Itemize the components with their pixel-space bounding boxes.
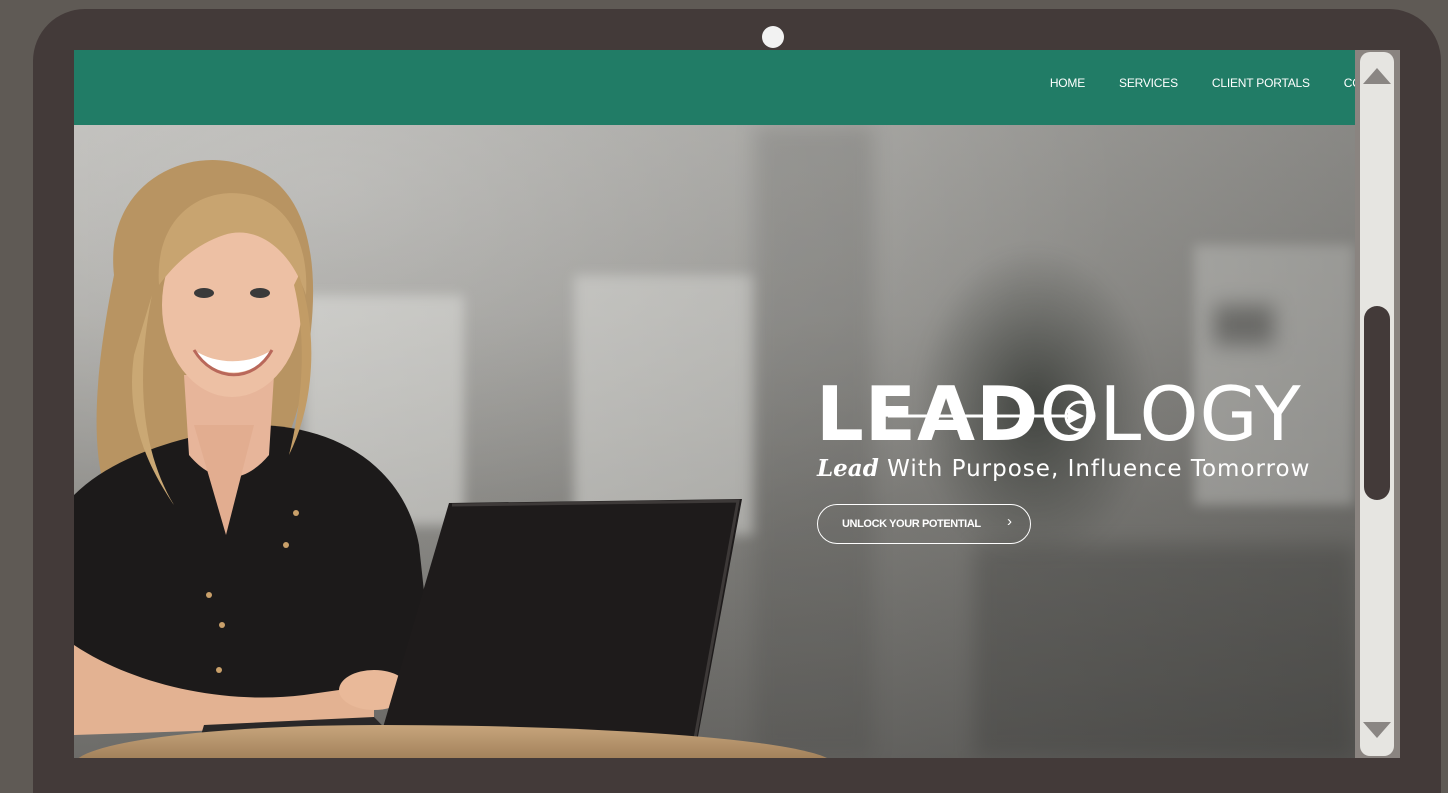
brand-logo: LEADOLOGY [816, 377, 1302, 452]
camera-icon [762, 26, 784, 48]
tagline-lead-word: Lead [817, 455, 879, 482]
chevron-right-icon: › [1007, 513, 1012, 530]
nav-item-home[interactable]: HOME [1050, 76, 1085, 90]
scroll-up-arrow-icon[interactable] [1363, 68, 1391, 84]
scroll-down-arrow-icon[interactable] [1363, 722, 1391, 738]
hero-person-image [74, 159, 742, 758]
scrollbar-thumb[interactable] [1364, 306, 1390, 500]
hero-section: LEADOLOGY Lead With Purpose, Influence T… [74, 125, 1355, 758]
nav-menu: HOME SERVICES CLIENT PORTALS CONT [1050, 76, 1355, 90]
nav-item-contact[interactable]: CONT [1344, 76, 1355, 90]
nav-item-client-portals[interactable]: CLIENT PORTALS [1212, 76, 1310, 90]
hero-tagline: Lead With Purpose, Influence Tomorrow [817, 455, 1310, 482]
top-navigation-bar: HOME SERVICES CLIENT PORTALS CONT [74, 50, 1355, 125]
arrow-right-icon [888, 400, 1096, 432]
browser-viewport: HOME SERVICES CLIENT PORTALS CONT [74, 50, 1400, 758]
cta-label: UNLOCK YOUR POTENTIAL [842, 518, 981, 530]
nav-item-services[interactable]: SERVICES [1119, 76, 1178, 90]
unlock-potential-button[interactable]: UNLOCK YOUR POTENTIAL › [817, 504, 1031, 544]
tagline-rest: With Purpose, Influence Tomorrow [878, 456, 1311, 482]
